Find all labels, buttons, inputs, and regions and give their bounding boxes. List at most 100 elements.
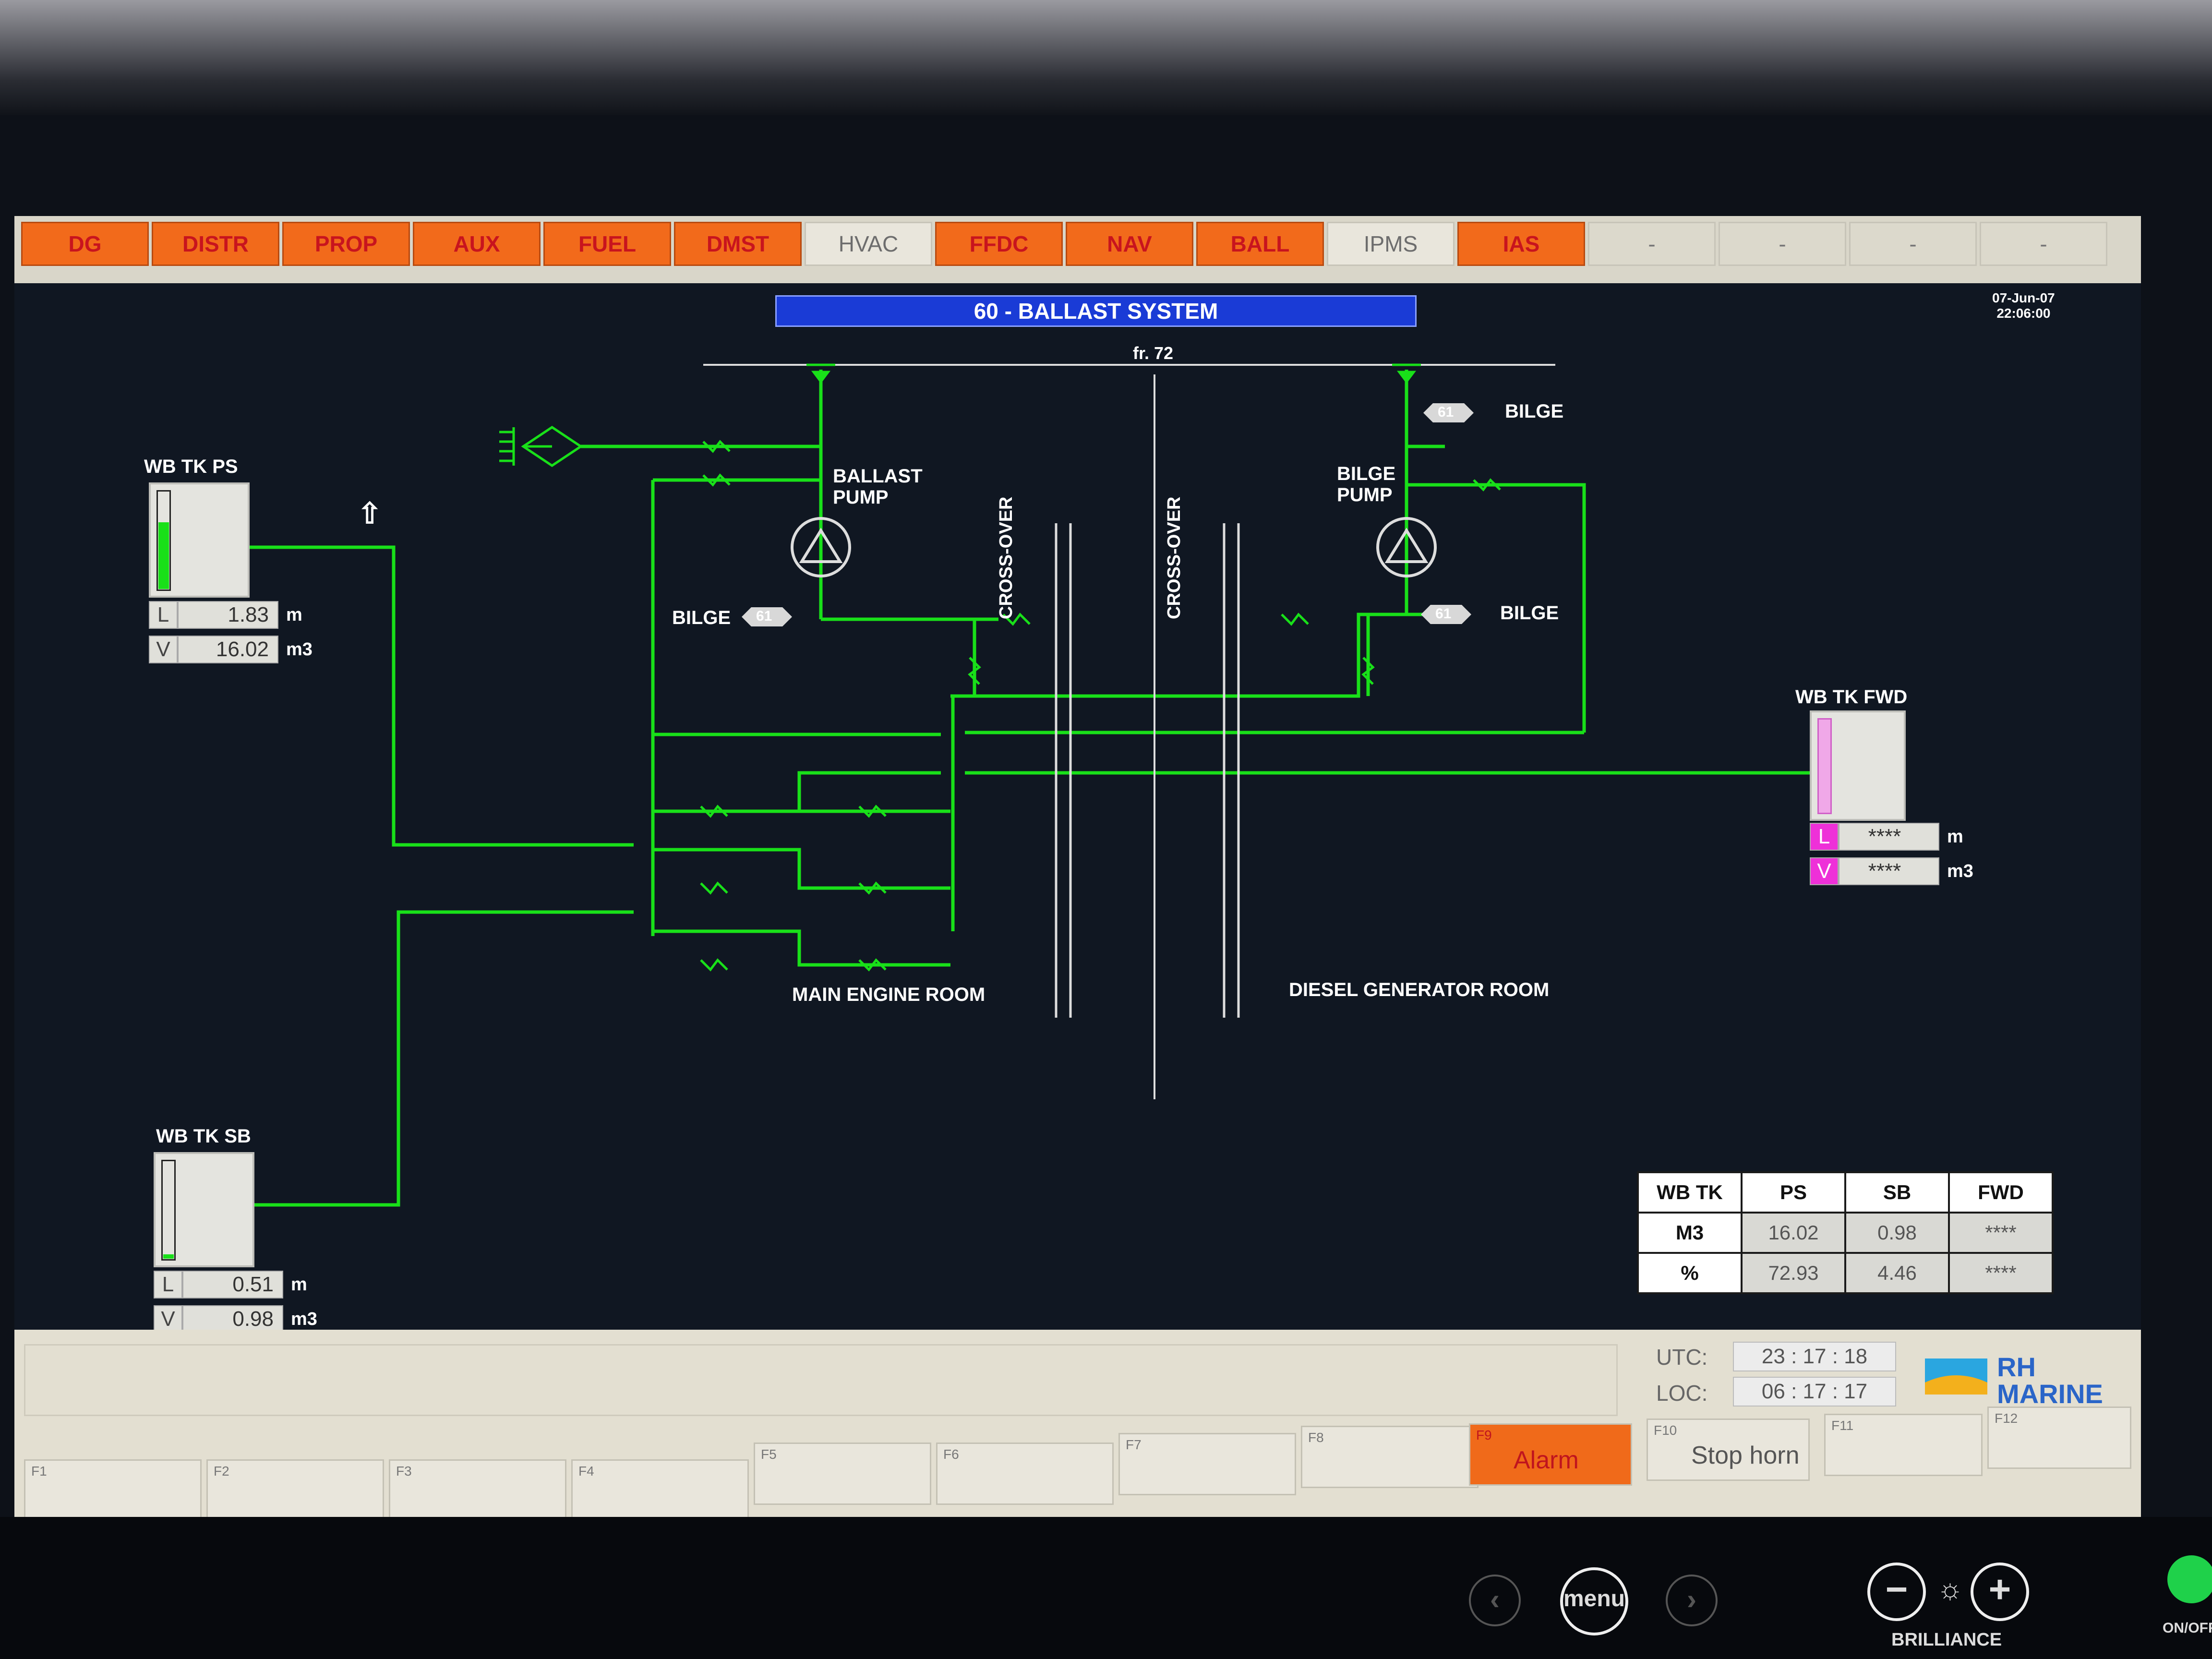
- frame-label: fr. 72: [1133, 343, 1174, 363]
- tank-fwd-level-row: L **** m: [1810, 822, 1963, 852]
- table-header: SB: [1844, 1171, 1950, 1214]
- function-key-f1[interactable]: F1: [24, 1459, 202, 1522]
- onoff-label: ON/OFF: [2163, 1620, 2212, 1636]
- unit-label: m3: [291, 1309, 317, 1329]
- suction-icons: [806, 363, 1421, 384]
- tank-ps-l-value: 1.83: [178, 601, 278, 629]
- left-chevron-icon[interactable]: ‹: [1469, 1575, 1521, 1626]
- tank-fwd-v-value: ****: [1839, 857, 1939, 885]
- tank-ps-level: [158, 522, 169, 589]
- tag-61-ballast: 61: [756, 608, 772, 624]
- bilge-label-ballast: BILGE: [672, 607, 731, 628]
- l-key: L: [1810, 823, 1839, 851]
- function-key-f3[interactable]: F3: [389, 1459, 566, 1522]
- unit-label: m3: [286, 639, 313, 660]
- tank-fwd-volume-row: V **** m3: [1810, 856, 1973, 886]
- sea-chest-icon: [499, 425, 583, 468]
- bilge-label-right: BILGE: [1500, 602, 1559, 624]
- loc-label: LOC:: [1656, 1381, 1708, 1406]
- function-key-f11[interactable]: F11: [1824, 1414, 1983, 1476]
- table-header: FWD: [1948, 1171, 2054, 1214]
- function-key-f8[interactable]: F8: [1301, 1426, 1479, 1488]
- logo-line2: MARINE: [1997, 1379, 2103, 1409]
- tank-sb-level: [163, 1254, 174, 1259]
- tank-ps-name: WB TK PS: [144, 456, 238, 477]
- unit-label: m: [1947, 826, 1963, 847]
- tank-sb-l-value: 0.51: [182, 1271, 283, 1298]
- right-chevron-icon[interactable]: ›: [1666, 1575, 1718, 1626]
- v-key: V: [154, 1305, 182, 1333]
- function-key-f10[interactable]: F10 Stop horn: [1647, 1419, 1810, 1481]
- rh-marine-logo-icon: [1925, 1358, 1987, 1395]
- function-key-f4[interactable]: F4: [571, 1459, 749, 1522]
- tank-fwd-gauge[interactable]: [1810, 710, 1906, 821]
- brilliance-plus-button[interactable]: +: [1971, 1563, 2029, 1621]
- row-label: %: [1637, 1252, 1743, 1294]
- tag-61-shapes: [742, 403, 1474, 626]
- tank-sb-frame: [161, 1160, 176, 1261]
- brilliance-label: BRILLIANCE: [1891, 1630, 2002, 1650]
- utc-value: 23 : 17 : 18: [1733, 1342, 1896, 1371]
- tank-ps-gauge[interactable]: [149, 482, 250, 598]
- unit-label: m3: [1947, 861, 1973, 881]
- table-cell: 0.98: [1844, 1212, 1950, 1254]
- table-header: WB TK: [1637, 1171, 1743, 1214]
- brilliance-minus-button[interactable]: −: [1867, 1563, 1926, 1621]
- bilge-pump-label: BILGE PUMP: [1337, 463, 1396, 505]
- menu-button[interactable]: menu: [1560, 1567, 1628, 1635]
- tank-fwd-name: WB TK FWD: [1795, 686, 1908, 708]
- crossover-bulkheads: [1055, 523, 1240, 1018]
- sun-icon: ☼: [1937, 1573, 1963, 1605]
- v-key: V: [149, 636, 178, 663]
- dg-room-label: DIESEL GENERATOR ROOM: [1289, 979, 1550, 1000]
- power-button[interactable]: [2167, 1555, 2212, 1603]
- table-cell: 16.02: [1741, 1212, 1846, 1254]
- crossover-label-right: CROSS-OVER: [1164, 496, 1184, 619]
- bottom-bar: UTC: 23 : 17 : 18 LOC: 06 : 17 : 17 RH M…: [14, 1330, 2141, 1522]
- tank-ps-volume-row: V 16.02 m3: [149, 635, 313, 664]
- fkey-number: F10: [1654, 1423, 1677, 1438]
- function-key-f2[interactable]: F2: [206, 1459, 384, 1522]
- fkey-number: F6: [943, 1447, 959, 1462]
- function-key-f12[interactable]: F12: [1987, 1407, 2131, 1469]
- table-header: PS: [1741, 1171, 1846, 1214]
- loc-value: 06 : 17 : 17: [1733, 1377, 1896, 1407]
- function-key-f6[interactable]: F6: [936, 1443, 1114, 1505]
- main-engine-room-label: MAIN ENGINE ROOM: [792, 984, 986, 1005]
- tank-ps-level-row: L 1.83 m: [149, 600, 302, 630]
- ias-screen: DG DISTR PROP AUX FUEL DMST HVAC FFDC NAV BALL IPM…: [14, 216, 2141, 1522]
- l-key: L: [149, 601, 178, 629]
- logo-line1: RH: [1997, 1352, 2036, 1382]
- function-key-f5[interactable]: F5: [754, 1443, 931, 1505]
- utc-label: UTC:: [1656, 1345, 1708, 1370]
- table-row: % 72.93 4.46 ****: [1637, 1252, 2054, 1294]
- function-key-f9[interactable]: F9 Alarm: [1469, 1423, 1632, 1486]
- fkey-number: F2: [214, 1464, 229, 1479]
- l-key: L: [154, 1271, 182, 1298]
- tank-sb-name: WB TK SB: [156, 1126, 251, 1147]
- fkey-number: F4: [578, 1464, 594, 1479]
- fkey-number: F12: [1995, 1411, 2018, 1426]
- rh-marine-logo: RH MARINE: [1925, 1354, 2103, 1407]
- table-cell: ****: [1948, 1252, 2054, 1294]
- row-label: M3: [1637, 1212, 1743, 1254]
- tank-sb-gauge[interactable]: [154, 1152, 254, 1267]
- wb-tank-summary-table: WB TK PS SB FWD M3 16.02 0.98 **** % 72.…: [1637, 1171, 2054, 1294]
- ballast-pump-label: BALLAST PUMP: [833, 466, 923, 508]
- tag-61-bilge-right: 61: [1435, 606, 1452, 622]
- tank-sb-level-row: L 0.51 m: [154, 1270, 307, 1299]
- fkey-number: F1: [31, 1464, 47, 1479]
- fkey-number: F8: [1308, 1430, 1324, 1445]
- fkey-number: F11: [1831, 1418, 1854, 1433]
- tank-fwd-l-value: ****: [1839, 823, 1939, 851]
- monitor-bezel-top: [0, 0, 2212, 115]
- v-key: V: [1810, 857, 1839, 885]
- monitor-bezel-bottom: ‹ menu › − ☼ + BRILLIANCE ON/OFF: [0, 1517, 2212, 1659]
- fkey-number: F7: [1126, 1437, 1142, 1452]
- function-key-f7[interactable]: F7: [1118, 1433, 1296, 1495]
- unit-label: m: [286, 604, 302, 625]
- pipes: [250, 370, 1810, 1207]
- fkey-number: F9: [1476, 1428, 1492, 1443]
- fkey-label: Stop horn: [1691, 1442, 1800, 1469]
- table-cell: ****: [1948, 1212, 2054, 1254]
